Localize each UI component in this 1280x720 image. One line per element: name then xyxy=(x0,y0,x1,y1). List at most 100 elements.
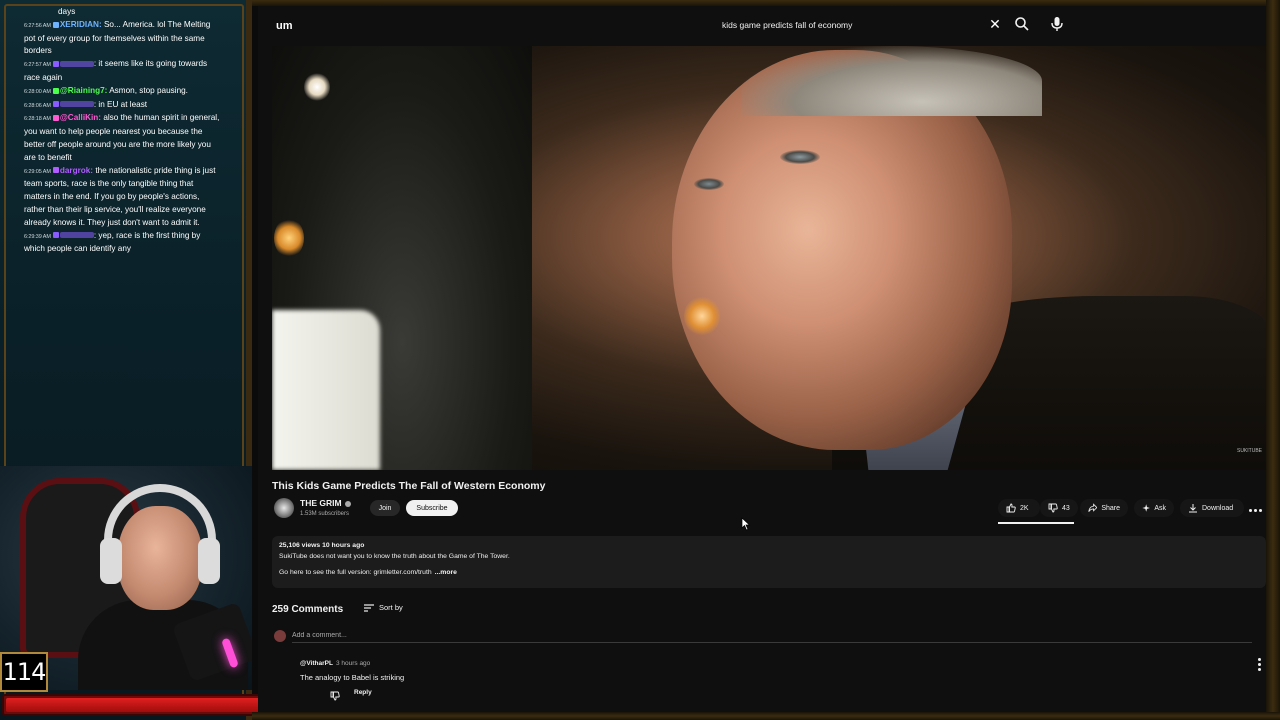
level-counter: 114 xyxy=(2,658,47,686)
chat-badge-icon xyxy=(52,61,59,68)
comment-dislike-icon[interactable] xyxy=(330,688,340,701)
chat-badge-icon xyxy=(52,21,59,28)
reply-button[interactable]: Reply xyxy=(354,689,372,696)
more-actions-icon[interactable] xyxy=(1248,507,1262,513)
chat-text: Asmon, stop pausing. xyxy=(109,85,188,95)
overlay-frame-bottom xyxy=(252,712,1280,720)
chat-timestamp: 6:29:39 AM xyxy=(24,233,51,240)
chat-username-redacted[interactable] xyxy=(59,101,94,108)
youtube-header: um ✕ xyxy=(258,6,1266,46)
video-person-eye xyxy=(780,150,820,164)
chat-message: 6:27:57 AM: it seems like its going towa… xyxy=(24,58,220,85)
chat-username-redacted[interactable] xyxy=(59,232,94,239)
sort-by-label: Sort by xyxy=(379,603,403,612)
headset-earcup-left xyxy=(100,538,122,584)
search-input[interactable] xyxy=(706,14,996,36)
chat-timestamp: 6:27:56 AM xyxy=(24,22,51,29)
video-lamp-light xyxy=(684,296,720,336)
user-avatar xyxy=(274,630,286,642)
video-description[interactable]: 25,106 views 10 hours ago SukiTube does … xyxy=(272,536,1266,588)
chat-message: 6:28:00 AM @Riaining7: Asmon, stop pausin… xyxy=(24,85,220,99)
video-window-light xyxy=(272,310,380,470)
ask-label: Ask xyxy=(1154,504,1166,512)
sort-by-button[interactable]: Sort by xyxy=(364,603,403,612)
chat-timestamp: 6:28:06 AM xyxy=(24,102,51,109)
comment-time[interactable]: 3 hours ago xyxy=(336,660,370,667)
sparkle-icon xyxy=(1142,504,1150,512)
add-comment-input[interactable] xyxy=(292,629,1252,643)
like-bar xyxy=(998,522,1074,524)
dislike-button[interactable]: 43 xyxy=(1040,499,1078,517)
chat-message: 6:29:05 AM dargrok: the nationalistic pri… xyxy=(24,165,220,230)
channel-avatar[interactable] xyxy=(274,498,294,518)
chat-message: 6:27:56 AM XERIDIAN: So... America. lol T… xyxy=(24,19,220,58)
share-label: Share xyxy=(1101,504,1120,512)
sort-icon xyxy=(364,603,374,612)
like-button[interactable]: 2K xyxy=(998,499,1040,517)
comment-author[interactable]: @VitharPL 3 hours ago xyxy=(300,660,370,667)
video-person-hair xyxy=(742,46,1042,116)
channel-name[interactable]: THE GRIM xyxy=(300,498,342,508)
chat-message: days xyxy=(24,6,220,19)
chat-username[interactable]: @Riaining7: xyxy=(60,86,108,95)
chat-message-list: days 6:27:56 AM XERIDIAN: So... America. l… xyxy=(24,6,220,256)
chat-username[interactable]: dargrok: xyxy=(60,166,93,175)
video-title: This Kids Game Predicts The Fall of West… xyxy=(272,480,546,492)
youtube-logo[interactable]: um xyxy=(276,20,293,32)
screen: days 6:27:56 AM XERIDIAN: So... America. l… xyxy=(0,0,1280,720)
clear-search-icon[interactable]: ✕ xyxy=(988,16,1002,32)
channel-name-row[interactable]: THE GRIM xyxy=(300,498,351,508)
subscriber-count: 1.53M subscribers xyxy=(300,511,350,517)
video-lamp-light xyxy=(304,72,330,102)
chat-timestamp: 6:27:57 AM xyxy=(24,62,51,69)
thumbs-up-icon xyxy=(1006,503,1016,513)
share-icon xyxy=(1088,503,1098,512)
chat-badge-icon xyxy=(52,87,59,94)
video-person-eye xyxy=(694,178,724,190)
ask-button[interactable]: Ask xyxy=(1134,499,1174,517)
download-button[interactable]: Download xyxy=(1180,499,1244,517)
comment-text: The analogy to Babel is striking xyxy=(300,673,405,682)
chat-text: So... America. lol The Melting pot of ev… xyxy=(24,19,211,56)
show-more-link[interactable]: ...more xyxy=(435,569,457,576)
chat-timestamp: 6:29:05 AM xyxy=(24,168,51,175)
join-button[interactable]: Join xyxy=(370,500,400,516)
chat-timestamp: 6:28:18 AM xyxy=(24,116,51,123)
comment-author-name[interactable]: @VitharPL xyxy=(300,660,333,667)
search-icon[interactable] xyxy=(1014,16,1030,32)
share-button[interactable]: Share xyxy=(1080,499,1128,517)
chat-username[interactable]: XERIDIAN: xyxy=(60,20,102,29)
overlay-frame-right xyxy=(1266,0,1280,720)
search-box xyxy=(706,14,1006,36)
thumbs-down-icon xyxy=(1048,503,1058,513)
chat-message: 6:29:39 AM: yep, race is the first thing… xyxy=(24,230,220,257)
chat-message: 6:28:06 AM : in EU at least xyxy=(24,99,220,113)
video-player[interactable]: SUKITUBE xyxy=(272,46,1266,470)
verified-icon xyxy=(344,500,351,507)
level-counter-box: 114 xyxy=(0,652,48,692)
comment-count: 259 Comments xyxy=(272,604,344,615)
chat-badge-icon xyxy=(52,115,59,122)
like-count: 2K xyxy=(1020,504,1029,512)
video-watermark: SUKITUBE xyxy=(1236,448,1262,454)
chat-message: 6:28:18 AM @CalliKin: also the human spir… xyxy=(24,112,220,164)
chat-badge-icon xyxy=(52,167,59,174)
microphone-icon[interactable] xyxy=(1050,16,1064,32)
chat-text: : in EU at least xyxy=(93,99,148,109)
download-label: Download xyxy=(1202,504,1234,512)
youtube-page: um ✕ SUKITUBE This Ki xyxy=(258,6,1266,712)
chat-username-redacted[interactable] xyxy=(59,61,94,68)
chat-text: days xyxy=(58,7,76,16)
chat-username[interactable]: @CalliKin: xyxy=(60,113,101,122)
comment-more-icon[interactable] xyxy=(1256,658,1262,672)
chat-text: the nationalistic pride thing is just te… xyxy=(24,165,216,227)
video-lamp-light xyxy=(274,218,304,258)
subscribe-button[interactable]: Subscribe xyxy=(406,500,458,516)
download-icon xyxy=(1189,504,1197,513)
description-line: SukiTube does not want you to know the t… xyxy=(279,552,510,560)
chat-timestamp: 6:28:00 AM xyxy=(24,88,51,95)
description-link-line[interactable]: Go here to see the full version: grimlet… xyxy=(279,569,432,576)
dislike-count: 43 xyxy=(1062,504,1070,512)
chat-badge-icon xyxy=(52,101,59,108)
chat-text: : it seems like its going towards race a… xyxy=(24,59,208,82)
